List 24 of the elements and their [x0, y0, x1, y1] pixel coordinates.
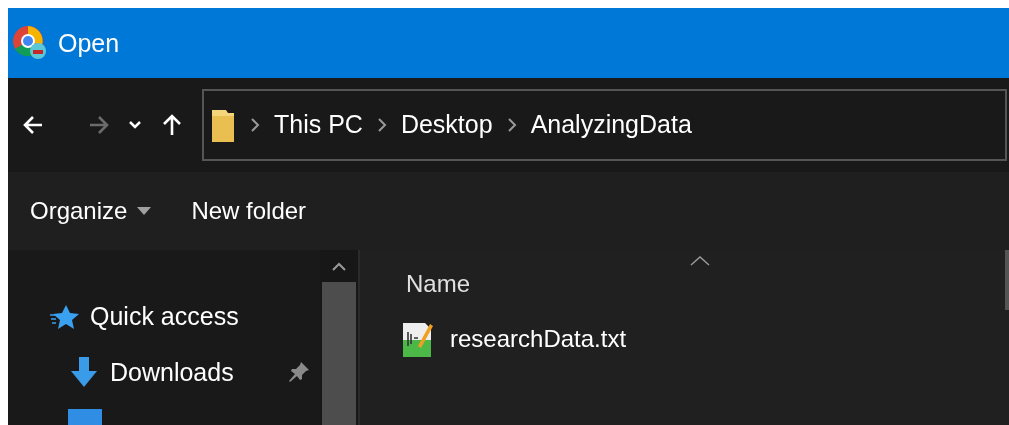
sidebar-item[interactable]: Downloads: [48, 353, 320, 391]
chevron-right-icon: [250, 117, 260, 133]
scrollbar-thumb[interactable]: [322, 282, 356, 425]
sidebar-item[interactable]: Quick access: [48, 298, 320, 336]
scroll-up-icon: [331, 262, 347, 272]
pin-icon: [288, 361, 310, 384]
folder-icon: [212, 108, 236, 142]
breadcrumb-item[interactable]: AnalyzingData: [530, 106, 692, 144]
app-icon: [12, 25, 48, 61]
chevron-down-icon: [128, 120, 142, 130]
down-arrow-icon: [68, 357, 100, 388]
breadcrumb-item[interactable]: This PC: [274, 106, 363, 144]
text-file-icon: [402, 320, 434, 358]
breadcrumb-item[interactable]: Desktop: [400, 106, 493, 144]
chevron-right-icon: [376, 117, 387, 133]
column-header[interactable]: Name: [406, 266, 1009, 298]
dropdown-arrow-icon: [137, 207, 152, 215]
new-folder-button[interactable]: New folder: [191, 193, 307, 229]
chevron-right-icon: [506, 117, 517, 133]
file-row[interactable]: researchData.txt: [402, 320, 1009, 358]
organize-button[interactable]: Organize: [30, 193, 152, 229]
window-title: Open: [58, 30, 120, 56]
scrollbar: [1005, 250, 1009, 310]
address-bar[interactable]: This PC Desktop AnalyzingData: [202, 89, 1007, 161]
